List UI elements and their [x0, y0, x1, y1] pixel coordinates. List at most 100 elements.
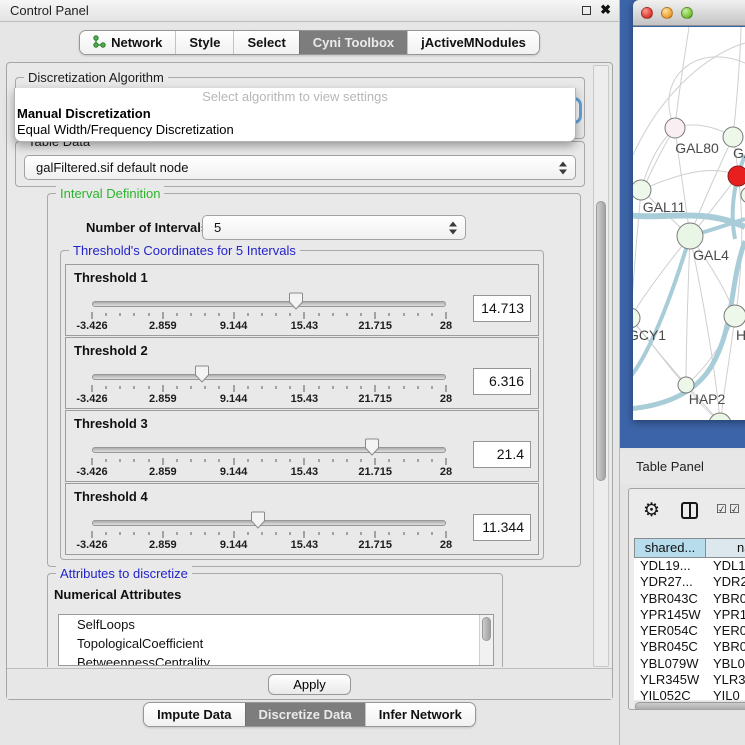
network-edge[interactable]: [686, 236, 690, 384]
network-node[interactable]: [633, 308, 640, 328]
network-node[interactable]: [723, 127, 743, 147]
attribute-list-item[interactable]: SelfLoops: [59, 615, 493, 634]
table-row[interactable]: YDR27...YDR2: [634, 574, 745, 590]
table-row[interactable]: YLR345WYLR3: [634, 672, 745, 688]
table-row[interactable]: YPR145WYPR1: [634, 607, 745, 623]
cyni-mode-tabs: Impute Data Discretize Data Infer Networ…: [143, 702, 476, 727]
close-traffic-light-icon[interactable]: [641, 7, 653, 19]
network-edge[interactable]: [669, 57, 745, 128]
scrollbar-thumb[interactable]: [635, 702, 745, 709]
tab-label: Select: [247, 35, 285, 50]
network-edge[interactable]: [641, 170, 737, 190]
list-scrollbar[interactable]: [479, 615, 493, 665]
table-row[interactable]: YER054CYER0: [634, 623, 745, 639]
slider-thumb[interactable]: [251, 511, 266, 529]
checkbox-icon[interactable]: ☑: [729, 502, 740, 516]
panel-scrollbar[interactable]: [593, 65, 609, 667]
table-h-scrollbar[interactable]: [634, 701, 745, 709]
tab-jactivemnodules[interactable]: jActiveMNodules: [407, 31, 539, 54]
dropdown-option-manual-discretization[interactable]: Manual Discretization: [15, 106, 575, 122]
table-cell: YIL0: [706, 688, 745, 700]
gear-icon[interactable]: ⚙: [643, 499, 660, 522]
control-panel: Control Panel ✖ Network: [0, 0, 620, 745]
threshold-slider[interactable]: -3.4262.8599.14415.4321.71528: [92, 411, 446, 481]
network-view-area: GAL80GAGAL11GAL4GCY1HHAP2: [620, 0, 745, 448]
slider-thumb[interactable]: [194, 365, 209, 383]
numerical-attributes-list: SelfLoopsTopologicalCoefficientBetweenne…: [58, 614, 494, 666]
close-icon[interactable]: ✖: [600, 2, 611, 18]
table-row[interactable]: YBL079WYBL0: [634, 656, 745, 672]
table-cell: YBR0: [706, 639, 745, 655]
table-panel-title: Table Panel: [636, 459, 704, 474]
node-table: shared...na YDL19...YDL1YDR27...YDR2YBR0…: [634, 538, 745, 709]
tab-infer-network[interactable]: Infer Network: [365, 703, 475, 726]
table-row[interactable]: YBR043CYBR0: [634, 591, 745, 607]
network-node[interactable]: [633, 180, 651, 200]
app-root: Control Panel ✖ Network: [0, 0, 745, 745]
attribute-list-item[interactable]: TopologicalCoefficient: [59, 634, 493, 653]
network-icon: [93, 35, 106, 51]
scrollbar-thumb[interactable]: [596, 201, 606, 481]
network-window-titlebar: [633, 0, 745, 26]
network-edge[interactable]: [675, 27, 689, 128]
table-cell: YBL079W: [634, 656, 706, 672]
section-title: Interval Definition: [56, 186, 164, 201]
threshold-value-field[interactable]: 21.4: [473, 441, 531, 468]
table-data-combobox[interactable]: galFiltered.sif default node: [24, 155, 576, 180]
network-node[interactable]: [724, 305, 745, 327]
slider-thumb[interactable]: [364, 438, 379, 456]
num-intervals-combobox[interactable]: 5: [202, 215, 466, 240]
network-node-label: GCY1: [633, 327, 666, 343]
slider-track: [92, 447, 446, 453]
tab-label: Cyni Toolbox: [313, 35, 394, 50]
network-node-label: HAP2: [689, 391, 726, 407]
threshold-slider[interactable]: -3.4262.8599.14415.4321.71528: [92, 265, 446, 335]
table-cell: YDR27...: [634, 574, 706, 590]
network-node[interactable]: [728, 166, 745, 186]
threshold-value-field[interactable]: 14.713: [473, 295, 531, 322]
tab-discretize-data[interactable]: Discretize Data: [245, 703, 365, 726]
threshold-value-field[interactable]: 11.344: [473, 514, 531, 541]
network-node-label: GA: [733, 145, 745, 161]
tab-select[interactable]: Select: [233, 31, 298, 54]
network-edge[interactable]: [633, 190, 641, 317]
float-window-icon[interactable]: [582, 6, 591, 15]
threshold-value-field[interactable]: 6.316: [473, 368, 531, 395]
network-canvas[interactable]: GAL80GAGAL11GAL4GCY1HHAP2: [633, 27, 745, 420]
scrollbar-thumb[interactable]: [482, 617, 491, 641]
slider-thumb[interactable]: [289, 292, 304, 310]
slider-tick-labels: -3.4262.8599.14415.4321.71528: [92, 466, 446, 478]
minimize-traffic-light-icon[interactable]: [661, 7, 673, 19]
network-node[interactable]: [665, 118, 685, 138]
apply-strip: Apply: [7, 668, 612, 699]
dropdown-option-equal-width-frequency[interactable]: Equal Width/Frequency Discretization: [15, 122, 575, 138]
tab-style[interactable]: Style: [175, 31, 233, 54]
apply-button[interactable]: Apply: [268, 674, 351, 695]
tab-network[interactable]: Network: [80, 31, 175, 54]
table-row[interactable]: YIL052CYIL0: [634, 688, 745, 700]
zoom-traffic-light-icon[interactable]: [681, 7, 693, 19]
tab-label: Discretize Data: [259, 707, 352, 722]
network-edge-thick[interactable]: [633, 236, 690, 383]
column-header-1[interactable]: shared...: [634, 538, 706, 558]
columns-icon[interactable]: [681, 502, 698, 519]
table-cell: YLR3: [706, 672, 745, 688]
threshold-slider[interactable]: -3.4262.8599.14415.4321.71528: [92, 484, 446, 554]
slider-tick-labels: -3.4262.8599.14415.4321.71528: [92, 539, 446, 551]
network-edge[interactable]: [733, 27, 741, 137]
numerical-attributes-label: Numerical Attributes: [54, 587, 181, 602]
attribute-list-item[interactable]: BetweennessCentrality: [59, 653, 493, 666]
attribute-items: SelfLoopsTopologicalCoefficientBetweenne…: [59, 615, 493, 666]
table-row[interactable]: YBR045CYBR0: [634, 639, 745, 655]
threshold-slider[interactable]: -3.4262.8599.14415.4321.71528: [92, 338, 446, 408]
tab-impute-data[interactable]: Impute Data: [144, 703, 244, 726]
column-header-2[interactable]: na: [706, 538, 745, 558]
tab-cyni-toolbox[interactable]: Cyni Toolbox: [299, 31, 407, 54]
checkbox-icon[interactable]: ☑: [716, 502, 727, 516]
network-edge[interactable]: [633, 236, 690, 317]
slider-tick-labels: -3.4262.8599.14415.4321.71528: [92, 320, 446, 332]
network-node[interactable]: [741, 187, 745, 203]
network-node[interactable]: [677, 223, 703, 249]
table-row[interactable]: YDL19...YDL1: [634, 558, 745, 574]
network-edge[interactable]: [641, 128, 675, 190]
